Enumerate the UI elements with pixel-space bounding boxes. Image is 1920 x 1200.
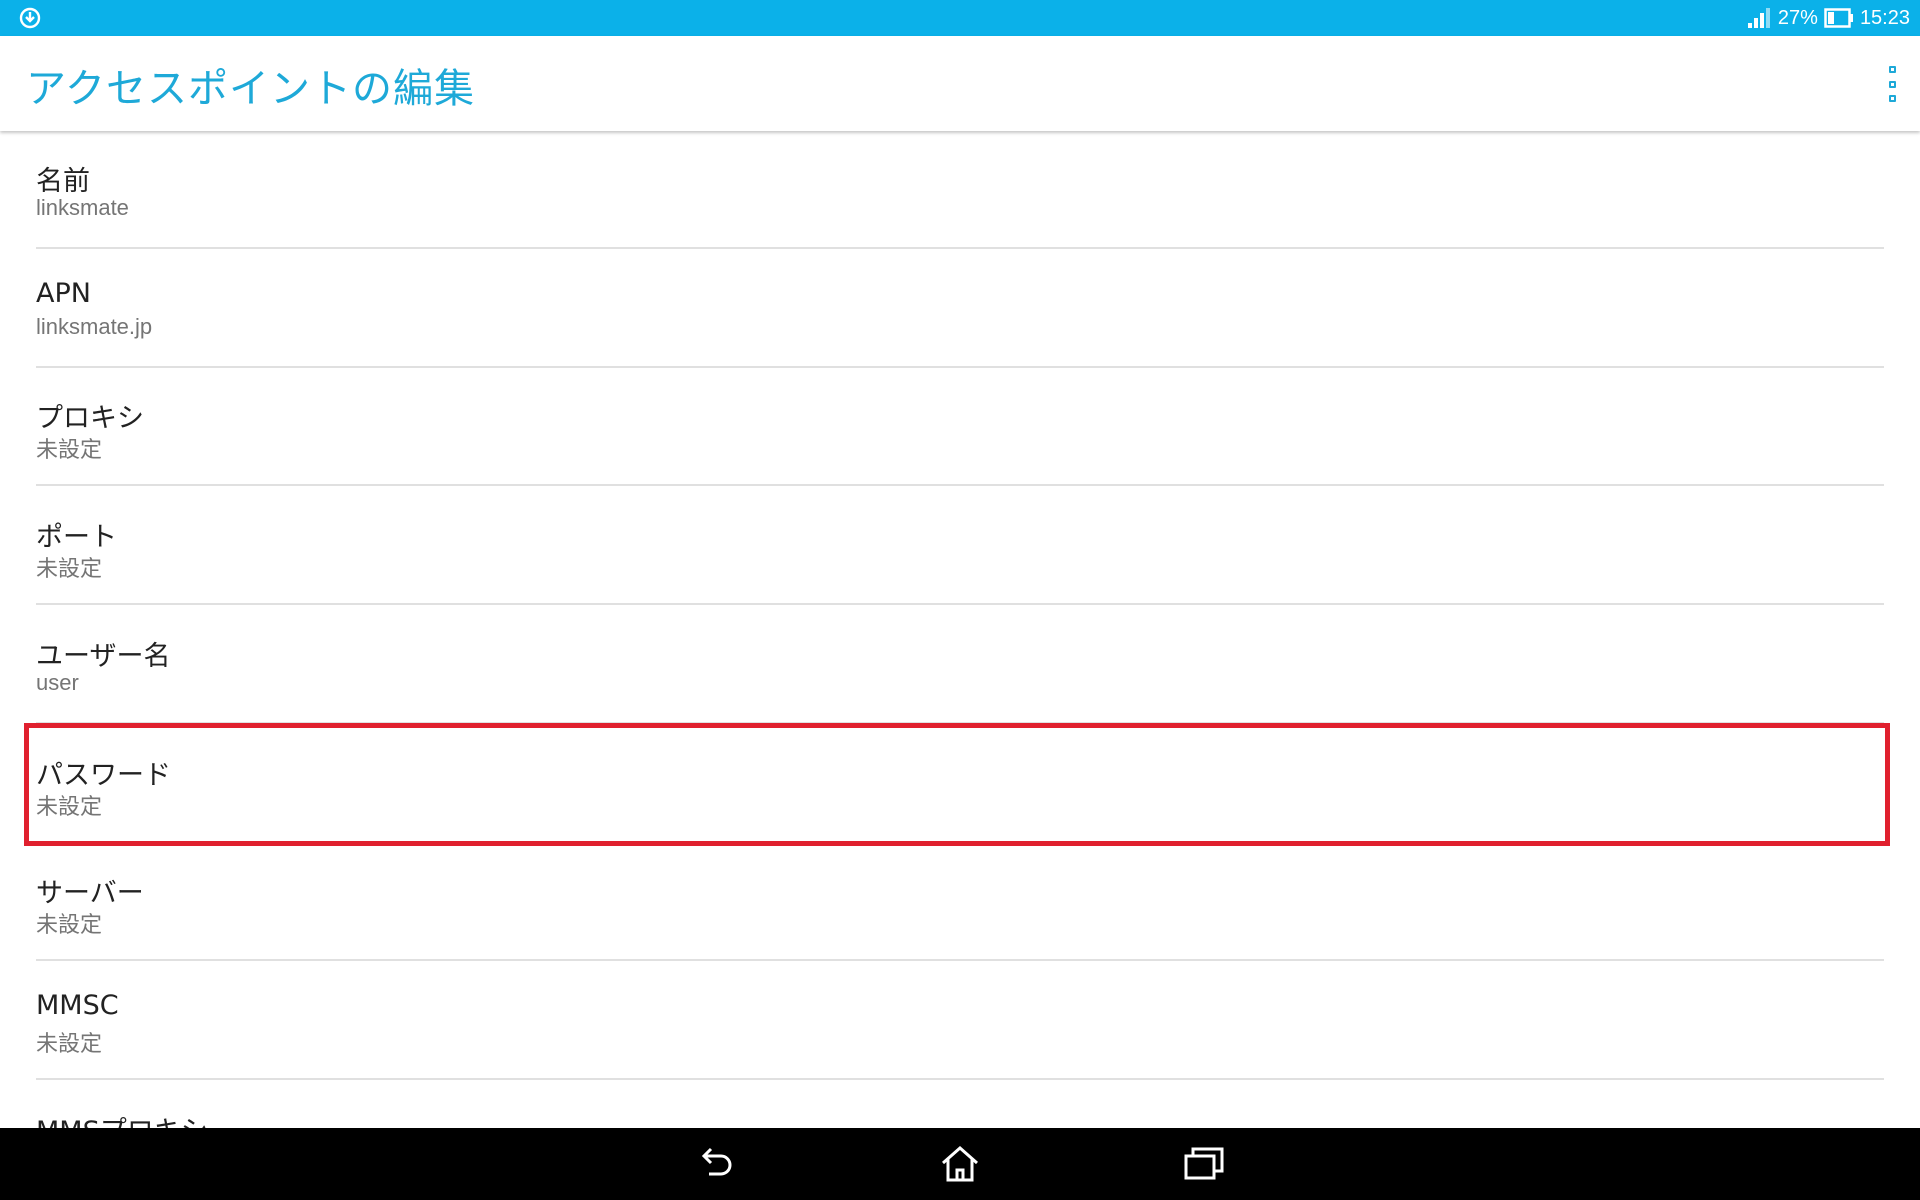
back-icon[interactable] [693,1142,737,1186]
list-item-apn[interactable]: APN linksmate.jp [36,250,1884,368]
item-title: APN [36,278,91,309]
item-title: MMSC [36,990,119,1021]
list-item-port[interactable]: ポート 未設定 [36,487,1884,605]
clock: 15:23 [1859,6,1910,29]
navigation-bar [0,1128,1920,1200]
battery-percent: 27% [1777,6,1818,29]
list-item-username[interactable]: ユーザー名 user [36,606,1884,724]
item-title: サーバー [36,878,144,909]
item-value: 未設定 [36,1031,103,1056]
list-item-name[interactable]: 名前 linksmate [36,131,1884,249]
item-title: 名前 [36,166,90,197]
item-title: プロキシ [36,403,144,434]
sync-notification-icon [19,7,41,29]
item-value: 未設定 [36,794,103,819]
status-bar: 27% 15:23 [0,0,1920,36]
battery-icon [1824,8,1853,28]
item-value: user [36,670,79,695]
status-indicators: 27% 15:23 [1746,0,1910,36]
apn-settings-list[interactable]: 名前 linksmate APN linksmate.jp プロキシ 未設定 ポ… [0,131,1920,1128]
item-value: 未設定 [36,437,103,462]
cell-signal-icon [1747,8,1770,28]
list-item-server[interactable]: サーバー 未設定 [36,843,1884,961]
item-value: linksmate.jp [36,314,153,339]
home-icon[interactable] [938,1142,982,1186]
overflow-menu-icon[interactable] [1884,66,1900,102]
apn-edit-screen: 27% 15:23 アクセスポイントの編集 名前 linksmate APN l… [0,0,1920,1200]
page-title: アクセスポイントの編集 [26,66,475,112]
list-item-mmsc[interactable]: MMSC 未設定 [36,962,1884,1080]
item-value: 未設定 [36,556,103,581]
item-title: MMSプロキシ [36,1109,208,1128]
action-bar: アクセスポイントの編集 [0,36,1920,131]
item-value: linksmate [36,195,129,220]
list-item-proxy[interactable]: プロキシ 未設定 [36,368,1884,486]
list-item-password[interactable]: パスワード 未設定 [36,725,1884,843]
item-title: パスワード [36,760,171,791]
list-item-mms-proxy[interactable]: MMSプロキシ [36,1081,1884,1128]
item-value: 未設定 [36,912,103,937]
item-title: ポート [36,522,117,553]
item-title: ユーザー名 [36,641,171,672]
recent-apps-icon[interactable] [1182,1142,1226,1186]
